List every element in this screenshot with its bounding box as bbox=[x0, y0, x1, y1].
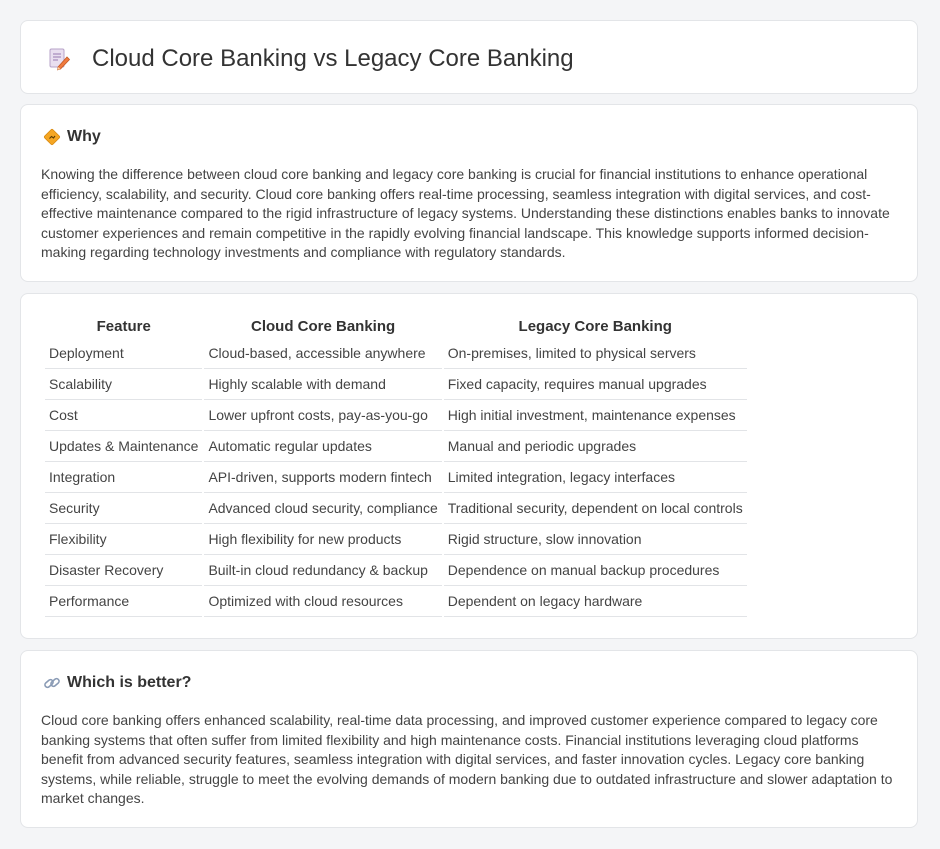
table-cell-legacy: High initial investment, maintenance exp… bbox=[443, 400, 747, 431]
table-cell-cloud: Cloud-based, accessible anywhere bbox=[204, 338, 442, 369]
table-cell-cloud: Automatic regular updates bbox=[204, 431, 442, 462]
table-row: Deployment Cloud-based, accessible anywhe… bbox=[45, 338, 747, 369]
page-title: Cloud Core Banking vs Legacy Core Bankin… bbox=[92, 45, 574, 72]
table-row: Updates & Maintenance Automatic regular u… bbox=[45, 431, 747, 462]
table-cell-legacy: Rigid structure, slow innovation bbox=[443, 524, 747, 555]
why-heading: Why bbox=[67, 128, 101, 145]
table-row: Cost Lower upfront costs, pay-as-you-go Hi… bbox=[45, 400, 747, 431]
link-icon bbox=[44, 677, 60, 689]
document-pencil-icon bbox=[49, 48, 71, 71]
table-cell-legacy: Dependence on manual backup procedures bbox=[443, 555, 747, 586]
column-header-feature: Feature bbox=[96, 318, 151, 335]
table-header-row: Feature Cloud Core Banking Legacy Core B… bbox=[45, 315, 747, 338]
which-better-section: Which is better? Cloud core banking offe… bbox=[20, 650, 918, 828]
comparison-section: Feature Cloud Core Banking Legacy Core B… bbox=[20, 293, 918, 639]
table-cell-cloud: API-driven, supports modern fintech bbox=[204, 462, 442, 493]
better-heading: Which is better? bbox=[67, 674, 192, 691]
column-header-legacy: Legacy Core Banking bbox=[518, 318, 672, 335]
why-text: Knowing the difference between cloud cor… bbox=[41, 166, 890, 261]
table-cell-feature: Flexibility bbox=[45, 524, 203, 555]
table-cell-feature: Updates & Maintenance bbox=[45, 431, 203, 462]
table-cell-cloud: Highly scalable with demand bbox=[204, 369, 442, 400]
table-row: Integration API-driven, supports modern f… bbox=[45, 462, 747, 493]
table-cell-cloud: Lower upfront costs, pay-as-you-go bbox=[204, 400, 442, 431]
table-cell-cloud: Advanced cloud security, compliance bbox=[204, 493, 442, 524]
table-row: Flexibility High flexibility for new prod… bbox=[45, 524, 747, 555]
table-row: Disaster Recovery Built-in cloud redundan… bbox=[45, 555, 747, 586]
better-text: Cloud core banking offers enhanced scala… bbox=[41, 712, 893, 807]
why-section: Why Knowing the difference between cloud… bbox=[20, 104, 918, 282]
table-cell-legacy: Traditional security, dependent on local… bbox=[443, 493, 747, 524]
title-card: Cloud Core Banking vs Legacy Core Bankin… bbox=[20, 20, 918, 94]
table-cell-legacy: Limited integration, legacy interfaces bbox=[443, 462, 747, 493]
table-cell-cloud: High flexibility for new products bbox=[204, 524, 442, 555]
table-cell-feature: Cost bbox=[45, 400, 203, 431]
comparison-table: Feature Cloud Core Banking Legacy Core B… bbox=[43, 315, 749, 617]
table-cell-feature: Deployment bbox=[45, 338, 203, 369]
table-cell-legacy: On-premises, limited to physical servers bbox=[443, 338, 747, 369]
column-header-cloud: Cloud Core Banking bbox=[251, 318, 396, 335]
table-row: Scalability Highly scalable with demand Fi… bbox=[45, 369, 747, 400]
diamond-sign-icon bbox=[44, 129, 60, 145]
table-cell-legacy: Dependent on legacy hardware bbox=[443, 586, 747, 617]
better-heading-row: Which is better? bbox=[43, 673, 191, 693]
table-cell-feature: Disaster Recovery bbox=[45, 555, 203, 586]
table-cell-legacy: Manual and periodic upgrades bbox=[443, 431, 747, 462]
table-cell-feature: Performance bbox=[45, 586, 203, 617]
table-row: Security Advanced cloud security, complia… bbox=[45, 493, 747, 524]
table-cell-cloud: Optimized with cloud resources bbox=[204, 586, 442, 617]
table-cell-feature: Scalability bbox=[45, 369, 203, 400]
table-cell-feature: Integration bbox=[45, 462, 203, 493]
table-cell-feature: Security bbox=[45, 493, 203, 524]
table-cell-legacy: Fixed capacity, requires manual upgrades bbox=[443, 369, 747, 400]
why-heading-row: Why bbox=[43, 127, 101, 147]
table-row: Performance Optimized with cloud resource… bbox=[45, 586, 747, 617]
table-cell-cloud: Built-in cloud redundancy & backup bbox=[204, 555, 442, 586]
